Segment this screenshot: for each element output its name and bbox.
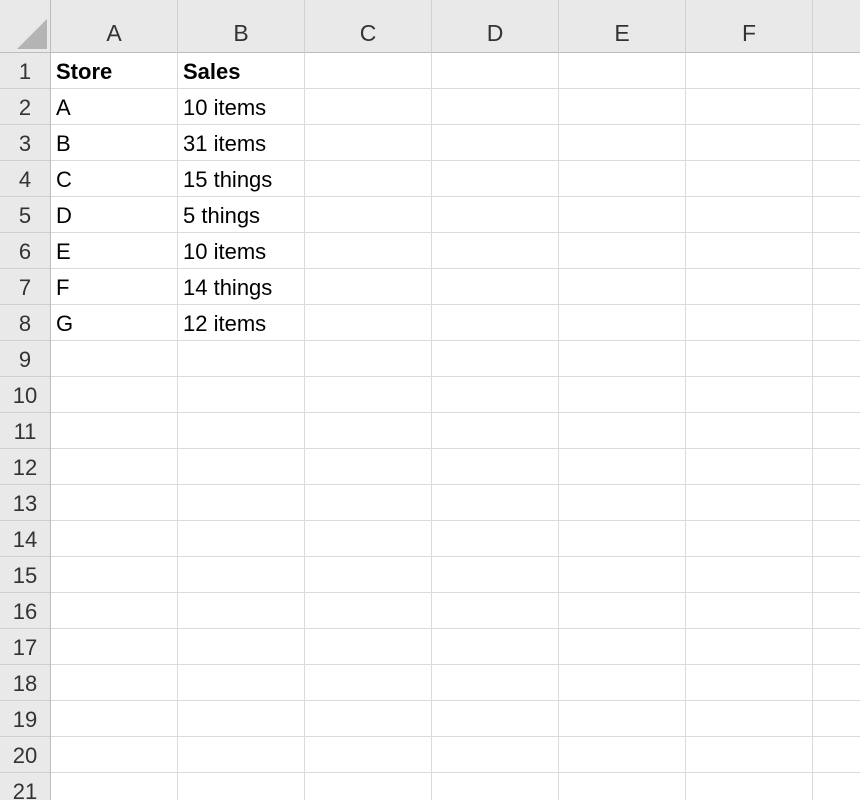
cell-a4[interactable]: C	[51, 161, 178, 197]
spreadsheet: ABCDEF 1 2 3 4 5 6 7 8 9 10 11 12 13 14 15 16 17 18 19 20 21…	[0, 0, 860, 800]
cell-a2[interactable]: A	[51, 89, 178, 125]
row-gridline	[51, 484, 860, 485]
cell-b1[interactable]: Sales	[178, 53, 305, 89]
cell-a1[interactable]: Store	[51, 53, 178, 89]
cell-a5[interactable]: D	[51, 197, 178, 233]
cell-b7[interactable]: 14 things	[178, 269, 305, 305]
cell-b4[interactable]: 15 things	[178, 161, 305, 197]
row-header-16[interactable]: 16	[0, 593, 50, 629]
column-header-f[interactable]: F	[686, 0, 813, 53]
row-header-20[interactable]: 20	[0, 737, 50, 773]
row-gridline	[51, 700, 860, 701]
row-header-column: 1 2 3 4 5 6 7 8 9 10 11 12 13 14 15 16 17 18 19 20 21	[0, 53, 51, 800]
row-gridline	[51, 448, 860, 449]
cell-b2[interactable]: 10 items	[178, 89, 305, 125]
row-gridline	[51, 376, 860, 377]
row-gridline	[51, 556, 860, 557]
cell-a3[interactable]: B	[51, 125, 178, 161]
row-gridline	[51, 664, 860, 665]
cell-a8[interactable]: G	[51, 305, 178, 341]
row-header-21[interactable]: 21	[0, 773, 50, 800]
row-header-4[interactable]: 4	[0, 161, 50, 197]
row-gridline	[51, 592, 860, 593]
cell-b5[interactable]: 5 things	[178, 197, 305, 233]
row-header-8[interactable]: 8	[0, 305, 50, 341]
column-gridline	[431, 53, 432, 800]
column-header-a[interactable]: A	[51, 0, 178, 53]
row-header-13[interactable]: 13	[0, 485, 50, 521]
cell-b3[interactable]: 31 items	[178, 125, 305, 161]
row-gridline	[51, 736, 860, 737]
column-gridline	[558, 53, 559, 800]
row-gridline	[51, 520, 860, 521]
column-header-partial[interactable]	[813, 0, 860, 53]
column-gridline	[812, 53, 813, 800]
cell-a7[interactable]: F	[51, 269, 178, 305]
row-header-7[interactable]: 7	[0, 269, 50, 305]
row-header-19[interactable]: 19	[0, 701, 50, 737]
column-header-e[interactable]: E	[559, 0, 686, 53]
row-header-10[interactable]: 10	[0, 377, 50, 413]
row-header-14[interactable]: 14	[0, 521, 50, 557]
row-header-9[interactable]: 9	[0, 341, 50, 377]
row-header-2[interactable]: 2	[0, 89, 50, 125]
cell-b8[interactable]: 12 items	[178, 305, 305, 341]
row-header-5[interactable]: 5	[0, 197, 50, 233]
row-header-17[interactable]: 17	[0, 629, 50, 665]
column-header-b[interactable]: B	[178, 0, 305, 53]
row-gridline	[51, 412, 860, 413]
row-header-3[interactable]: 3	[0, 125, 50, 161]
row-gridline	[51, 628, 860, 629]
select-all-button[interactable]	[0, 0, 51, 53]
cell-b6[interactable]: 10 items	[178, 233, 305, 269]
row-header-6[interactable]: 6	[0, 233, 50, 269]
column-header-c[interactable]: C	[305, 0, 432, 53]
column-gridline	[685, 53, 686, 800]
row-header-1[interactable]: 1	[0, 53, 50, 89]
row-header-12[interactable]: 12	[0, 449, 50, 485]
column-header-d[interactable]: D	[432, 0, 559, 53]
select-all-triangle-icon	[17, 19, 47, 49]
cell-grid: Store Sales A 10 items B 31 items C 15 things D 5…	[51, 53, 860, 800]
row-header-18[interactable]: 18	[0, 665, 50, 701]
row-header-15[interactable]: 15	[0, 557, 50, 593]
cell-a6[interactable]: E	[51, 233, 178, 269]
row-header-11[interactable]: 11	[0, 413, 50, 449]
row-gridline	[51, 772, 860, 773]
